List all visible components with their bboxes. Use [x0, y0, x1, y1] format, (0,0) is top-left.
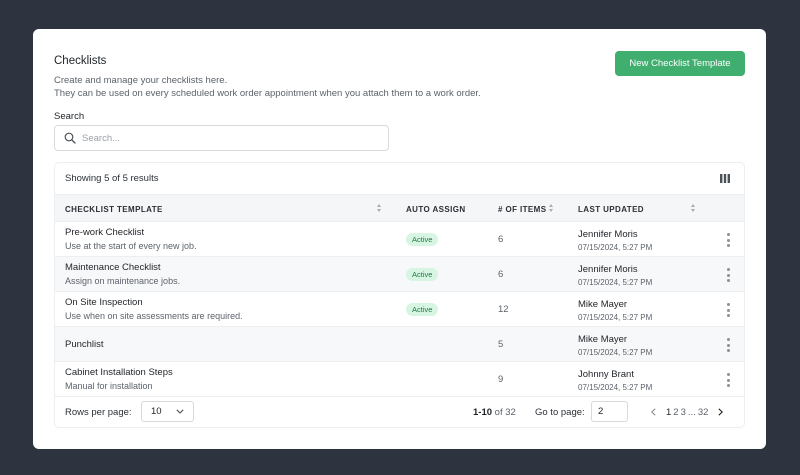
- updated-by: Jennifer Moris: [578, 229, 638, 240]
- more-vertical-icon[interactable]: [724, 303, 732, 317]
- column-header-checklist-template[interactable]: CHECKLIST TEMPLATE: [65, 195, 163, 223]
- more-vertical-icon[interactable]: [724, 373, 732, 387]
- checklist-description: Manual for installation: [65, 381, 153, 391]
- page-ellipsis: ...: [687, 406, 696, 418]
- go-to-page-input[interactable]: 2: [591, 401, 628, 422]
- table-row[interactable]: Pre-work Checklist Use at the start of e…: [55, 222, 744, 257]
- table-row[interactable]: Punchlist 5 Mike Mayer 07/15/2024, 5:27 …: [55, 327, 744, 362]
- search-icon: [64, 132, 76, 144]
- page-link-3[interactable]: 3: [681, 407, 686, 418]
- search-field[interactable]: [54, 125, 389, 151]
- page-description: Create and manage your checklists here. …: [54, 74, 481, 100]
- sort-icon[interactable]: [691, 204, 695, 212]
- checklist-description: Use when on site assessments are require…: [65, 311, 243, 321]
- sort-icon[interactable]: [549, 204, 553, 212]
- column-header-last-updated[interactable]: LAST UPDATED: [578, 195, 644, 223]
- checklist-name[interactable]: Punchlist: [65, 339, 104, 350]
- description-line-2: They can be used on every scheduled work…: [54, 88, 481, 99]
- results-bar: Showing 5 of 5 results: [55, 163, 744, 194]
- chevron-left-icon[interactable]: [651, 408, 656, 416]
- page-range-current: 1-10: [473, 407, 493, 418]
- description-line-1: Create and manage your checklists here.: [54, 75, 228, 86]
- updated-by: Johnny Brant: [578, 369, 634, 380]
- item-count: 5: [498, 339, 504, 350]
- new-checklist-template-button[interactable]: New Checklist Template: [615, 51, 745, 76]
- page-range-total: of 32: [494, 407, 516, 418]
- column-header-auto-assign: AUTO ASSIGN: [406, 204, 466, 214]
- rows-per-page-label: Rows per page:: [65, 407, 132, 418]
- item-count: 9: [498, 374, 504, 385]
- page-link-2[interactable]: 2: [673, 407, 678, 418]
- table-row[interactable]: Maintenance Checklist Assign on maintena…: [55, 257, 744, 292]
- page-link-1[interactable]: 1: [666, 407, 671, 418]
- updated-at: 07/15/2024, 5:27 PM: [578, 243, 653, 252]
- table-row[interactable]: On Site Inspection Use when on site asse…: [55, 292, 744, 327]
- updated-at: 07/15/2024, 5:27 PM: [578, 278, 653, 287]
- updated-by: Jennifer Moris: [578, 264, 638, 275]
- checklist-name[interactable]: Maintenance Checklist: [65, 262, 161, 273]
- table-footer: Rows per page: 10 1-10 of 32 Go to page:…: [55, 397, 744, 427]
- page-title: Checklists: [54, 55, 107, 67]
- search-input[interactable]: [82, 132, 382, 144]
- item-count: 6: [498, 234, 504, 245]
- checklist-description: Use at the start of every new job.: [65, 241, 197, 251]
- checklist-name[interactable]: Pre-work Checklist: [65, 227, 144, 238]
- updated-at: 07/15/2024, 5:27 PM: [578, 313, 653, 322]
- search-label: Search: [54, 111, 85, 122]
- columns-icon[interactable]: [720, 174, 730, 183]
- status-badge: Active: [406, 303, 439, 316]
- rows-per-page-select[interactable]: 10: [141, 401, 194, 422]
- more-vertical-icon[interactable]: [724, 268, 732, 282]
- sort-icon[interactable]: [377, 204, 381, 212]
- table-header: CHECKLIST TEMPLATE AUTO ASSIGN # OF ITEM…: [55, 194, 744, 222]
- rows-per-page-value: 10: [151, 406, 162, 417]
- checklist-description: Assign on maintenance jobs.: [65, 276, 181, 286]
- table-row[interactable]: Cabinet Installation Steps Manual for in…: [55, 362, 744, 397]
- go-to-page-label: Go to page:: [535, 407, 585, 418]
- status-badge: Active: [406, 268, 439, 281]
- page-link-last[interactable]: 32: [698, 407, 709, 418]
- updated-by: Mike Mayer: [578, 299, 628, 310]
- more-vertical-icon[interactable]: [724, 338, 732, 352]
- pagination: 1 2 3 ... 32: [651, 406, 724, 418]
- page-range: 1-10 of 32: [473, 407, 516, 418]
- checklists-card: Checklists Create and manage your checkl…: [33, 29, 766, 449]
- checklist-table: Showing 5 of 5 results CHECKLIST TEMPLAT…: [54, 162, 745, 428]
- updated-at: 07/15/2024, 5:27 PM: [578, 383, 653, 392]
- chevron-down-icon: [176, 409, 184, 414]
- column-header-items[interactable]: # OF ITEMS: [498, 195, 546, 223]
- results-count: Showing 5 of 5 results: [65, 173, 159, 184]
- status-badge: Active: [406, 233, 439, 246]
- item-count: 6: [498, 269, 504, 280]
- updated-at: 07/15/2024, 5:27 PM: [578, 348, 653, 357]
- chevron-right-icon[interactable]: [718, 408, 724, 416]
- more-vertical-icon[interactable]: [724, 233, 732, 247]
- updated-by: Mike Mayer: [578, 334, 628, 345]
- checklist-name[interactable]: On Site Inspection: [65, 297, 143, 308]
- item-count: 12: [498, 304, 509, 315]
- checklist-name[interactable]: Cabinet Installation Steps: [65, 367, 173, 378]
